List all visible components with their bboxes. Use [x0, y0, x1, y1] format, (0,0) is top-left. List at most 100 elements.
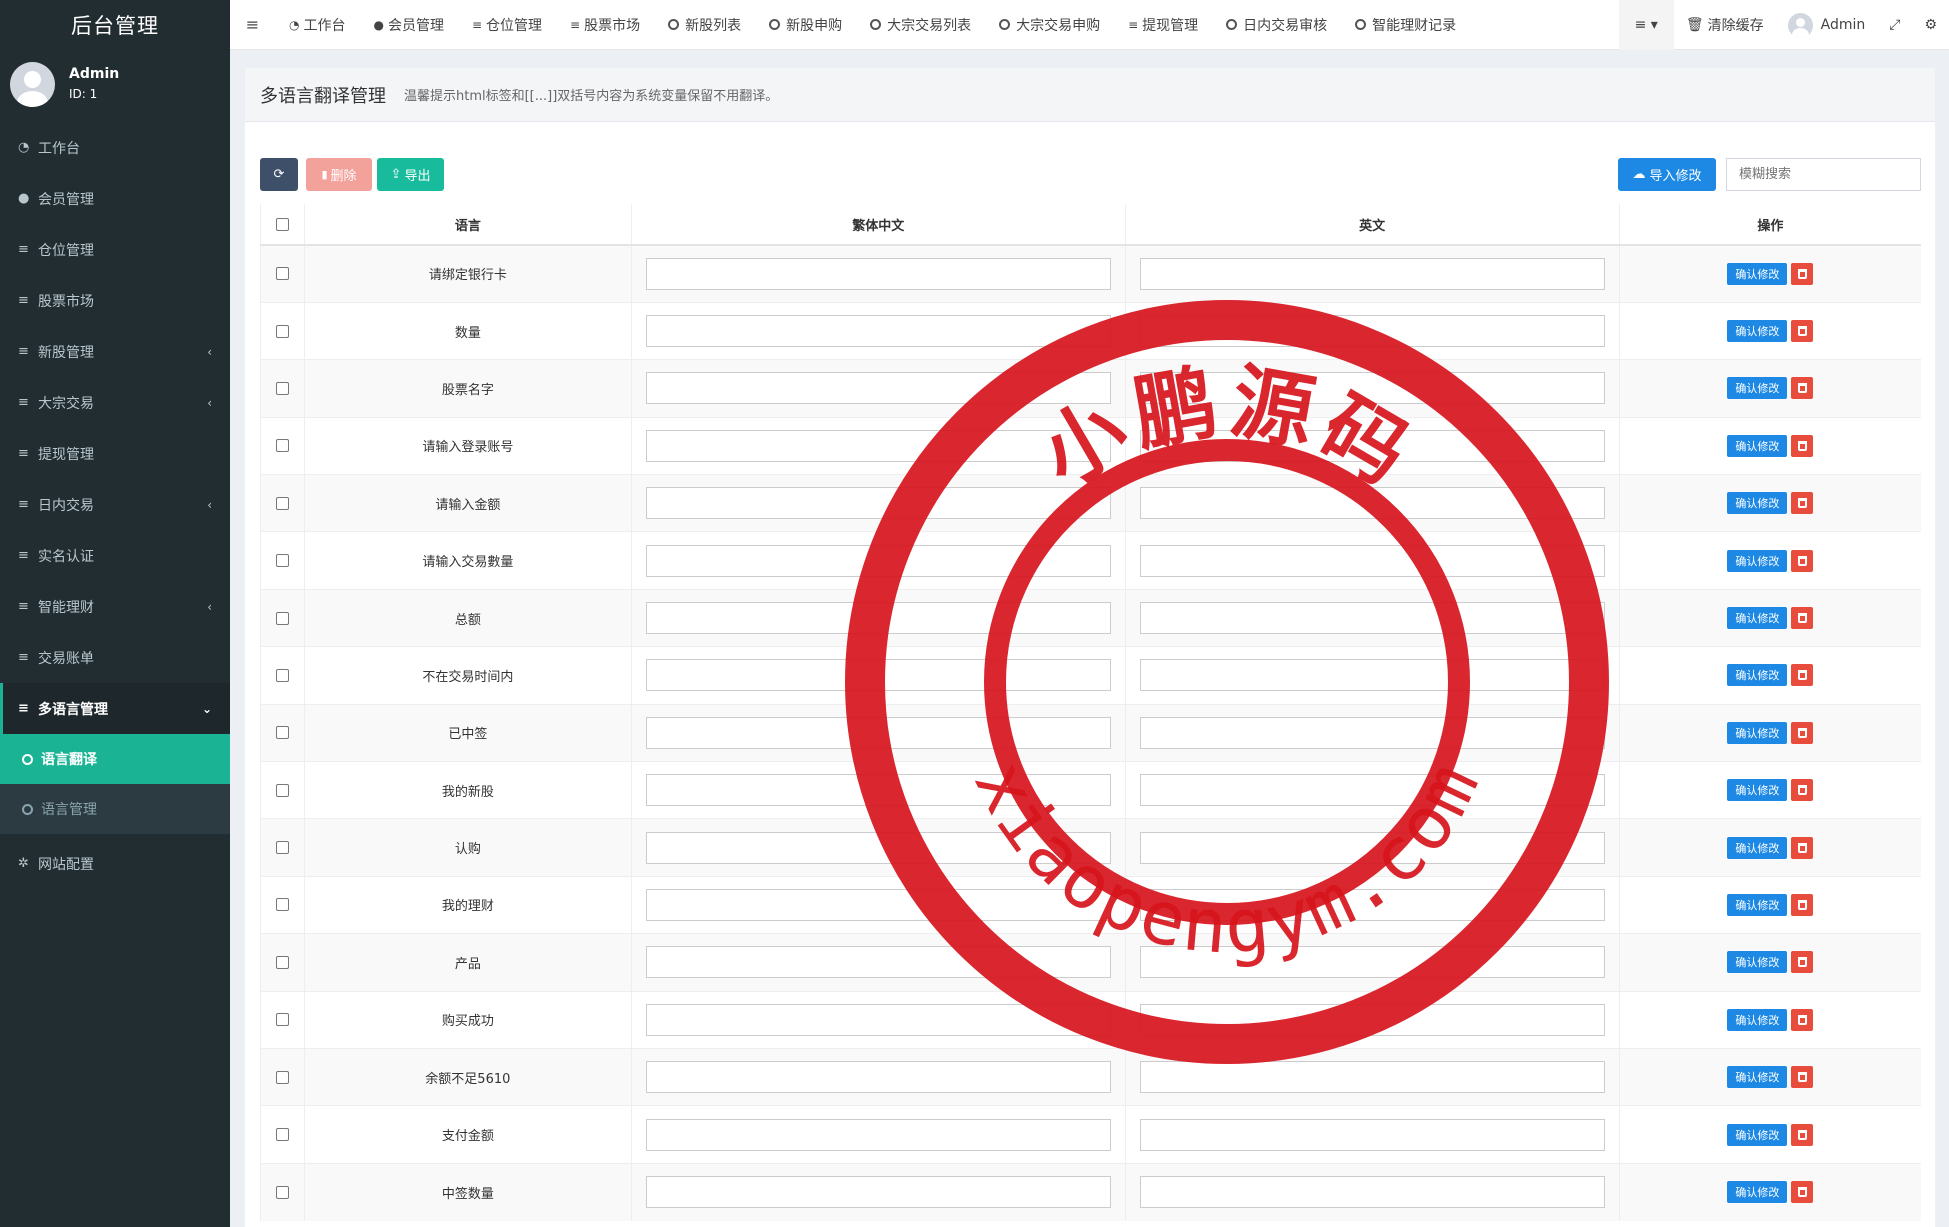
- row-delete-button[interactable]: [1791, 779, 1814, 802]
- clear-cache-button[interactable]: 🗑 清除缓存: [1674, 0, 1776, 50]
- en-input[interactable]: [1139, 487, 1605, 520]
- confirm-edit-button[interactable]: 确认修改: [1727, 1066, 1788, 1089]
- en-input[interactable]: [1139, 946, 1605, 979]
- row-delete-button[interactable]: [1791, 836, 1814, 859]
- zh-tw-input[interactable]: [645, 1061, 1111, 1094]
- zh-tw-input[interactable]: [645, 716, 1111, 749]
- en-input[interactable]: [1139, 1003, 1605, 1036]
- zh-tw-input[interactable]: [645, 257, 1111, 290]
- confirm-edit-button[interactable]: 确认修改: [1727, 377, 1788, 400]
- en-input[interactable]: [1139, 372, 1605, 405]
- en-input[interactable]: [1139, 774, 1605, 807]
- tab-ipo-subscribe[interactable]: 新股申购: [755, 0, 856, 50]
- settings-button[interactable]: ⚙: [1912, 0, 1949, 50]
- sidebar-subitem-translation[interactable]: 语言翻译: [0, 734, 230, 784]
- en-input[interactable]: [1139, 602, 1605, 635]
- tab-wealth-records[interactable]: 智能理财记录: [1341, 0, 1470, 50]
- row-delete-button[interactable]: [1791, 1008, 1814, 1031]
- en-input[interactable]: [1139, 257, 1605, 290]
- zh-tw-input[interactable]: [645, 1003, 1111, 1036]
- tab-block-trade-list[interactable]: 大宗交易列表: [856, 0, 985, 50]
- row-checkbox[interactable]: [275, 1185, 289, 1199]
- row-delete-button[interactable]: [1791, 549, 1814, 572]
- row-delete-button[interactable]: [1791, 434, 1814, 457]
- sidebar-item-positions[interactable]: ≡ 仓位管理: [0, 224, 230, 275]
- confirm-edit-button[interactable]: 确认修改: [1727, 607, 1788, 630]
- en-input[interactable]: [1139, 659, 1605, 692]
- row-checkbox[interactable]: [275, 611, 289, 625]
- row-delete-button[interactable]: [1791, 951, 1814, 974]
- confirm-edit-button[interactable]: 确认修改: [1727, 492, 1788, 515]
- col-header-zh-tw[interactable]: 繁体中文: [630, 204, 1126, 246]
- zh-tw-input[interactable]: [645, 544, 1111, 577]
- col-header-en[interactable]: 英文: [1124, 204, 1620, 246]
- sidebar-item-site-config[interactable]: ✲ 网站配置: [0, 838, 230, 889]
- zh-tw-input[interactable]: [645, 888, 1111, 921]
- row-checkbox[interactable]: [275, 1070, 289, 1084]
- confirm-edit-button[interactable]: 确认修改: [1727, 836, 1788, 859]
- row-delete-button[interactable]: [1791, 1123, 1814, 1146]
- row-delete-button[interactable]: [1791, 492, 1814, 515]
- row-checkbox[interactable]: [275, 783, 289, 797]
- zh-tw-input[interactable]: [645, 315, 1111, 348]
- row-delete-button[interactable]: [1791, 607, 1814, 630]
- confirm-edit-button[interactable]: 确认修改: [1727, 320, 1788, 343]
- row-checkbox[interactable]: [275, 324, 289, 338]
- row-delete-button[interactable]: [1791, 721, 1814, 744]
- zh-tw-input[interactable]: [645, 659, 1111, 692]
- row-checkbox[interactable]: [275, 898, 289, 912]
- sidebar-toggle-button[interactable]: ≡: [230, 0, 275, 50]
- en-input[interactable]: [1139, 888, 1605, 921]
- en-input[interactable]: [1139, 716, 1605, 749]
- zh-tw-input[interactable]: [645, 774, 1111, 807]
- sidebar-item-wealth[interactable]: ≡ 智能理财 ‹: [0, 581, 230, 632]
- export-button[interactable]: ⇪ 导出: [377, 158, 444, 191]
- confirm-edit-button[interactable]: 确认修改: [1727, 1008, 1788, 1031]
- tab-positions[interactable]: ≡ 仓位管理: [458, 0, 556, 50]
- sidebar-item-kyc[interactable]: ≡ 实名认证: [0, 530, 230, 581]
- row-delete-button[interactable]: [1791, 262, 1814, 285]
- row-delete-button[interactable]: [1791, 1066, 1814, 1089]
- en-input[interactable]: [1139, 1061, 1605, 1094]
- user-menu[interactable]: Admin: [1776, 0, 1878, 50]
- row-checkbox[interactable]: [275, 267, 289, 281]
- confirm-edit-button[interactable]: 确认修改: [1727, 951, 1788, 974]
- confirm-edit-button[interactable]: 确认修改: [1727, 893, 1788, 916]
- en-input[interactable]: [1139, 429, 1605, 462]
- zh-tw-input[interactable]: [645, 1176, 1111, 1209]
- confirm-edit-button[interactable]: 确认修改: [1727, 434, 1788, 457]
- row-delete-button[interactable]: [1791, 320, 1814, 343]
- search-input[interactable]: [1726, 158, 1921, 191]
- tabs-menu-button[interactable]: ≡ ▾: [1618, 0, 1674, 50]
- en-input[interactable]: [1139, 544, 1605, 577]
- sidebar-item-i18n[interactable]: ≡ 多语言管理 ⌄: [0, 683, 230, 734]
- zh-tw-input[interactable]: [645, 946, 1111, 979]
- tab-intraday-review[interactable]: 日内交易审核: [1212, 0, 1341, 50]
- confirm-edit-button[interactable]: 确认修改: [1727, 1181, 1788, 1204]
- zh-tw-input[interactable]: [645, 372, 1111, 405]
- zh-tw-input[interactable]: [645, 487, 1111, 520]
- import-button[interactable]: ☁ 导入修改: [1618, 158, 1716, 191]
- sidebar-item-intraday[interactable]: ≡ 日内交易 ‹: [0, 479, 230, 530]
- fullscreen-button[interactable]: ⤢: [1877, 0, 1912, 50]
- tab-withdrawals[interactable]: ≡ 提现管理: [1114, 0, 1212, 50]
- sidebar-subitem-languages[interactable]: 语言管理: [0, 784, 230, 834]
- row-checkbox[interactable]: [275, 381, 289, 395]
- row-checkbox[interactable]: [275, 841, 289, 855]
- en-input[interactable]: [1139, 1176, 1605, 1209]
- delete-button[interactable]: ▮ 删除: [306, 158, 372, 191]
- tab-stock-market[interactable]: ≡ 股票市场: [556, 0, 654, 50]
- sidebar-item-block-trade[interactable]: ≡ 大宗交易 ‹: [0, 377, 230, 428]
- sidebar-item-members[interactable]: ● 会员管理: [0, 173, 230, 224]
- en-input[interactable]: [1139, 1118, 1605, 1151]
- col-header-lang[interactable]: 语言: [303, 204, 632, 246]
- tab-dashboard[interactable]: ◔ 工作台: [275, 0, 359, 50]
- zh-tw-input[interactable]: [645, 429, 1111, 462]
- en-input[interactable]: [1139, 315, 1605, 348]
- row-delete-button[interactable]: [1791, 1181, 1814, 1204]
- confirm-edit-button[interactable]: 确认修改: [1727, 262, 1788, 285]
- row-checkbox[interactable]: [275, 668, 289, 682]
- confirm-edit-button[interactable]: 确认修改: [1727, 549, 1788, 572]
- sidebar-item-stock-market[interactable]: ≡ 股票市场: [0, 275, 230, 326]
- zh-tw-input[interactable]: [645, 831, 1111, 864]
